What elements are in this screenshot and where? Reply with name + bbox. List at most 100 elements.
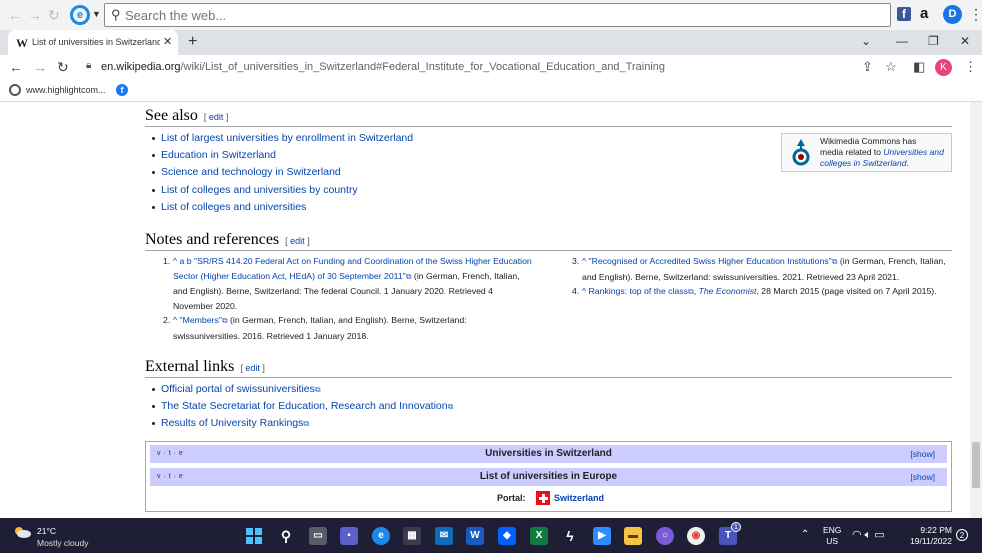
microsoft-store-icon[interactable]: ▦ xyxy=(403,527,421,545)
navbox-title[interactable]: Universities in Switzerland xyxy=(150,448,947,459)
temperature[interactable]: 21°C xyxy=(37,526,56,536)
external-links-edit-link[interactable]: edit xyxy=(245,363,260,373)
see-also-link[interactable]: Education in Switzerland xyxy=(161,149,276,161)
bookmark-globe-icon xyxy=(9,84,21,96)
close-window-button[interactable]: ✕ xyxy=(960,34,970,48)
wikimedia-commons-icon[interactable] xyxy=(789,139,813,168)
dropbox-icon[interactable]: ◆ xyxy=(498,527,516,545)
see-also-link[interactable]: List of colleges and universities xyxy=(161,201,306,213)
divider xyxy=(145,377,952,378)
see-also-edit-link[interactable]: edit xyxy=(209,112,224,122)
list-item: The State Secretariat for Education, Res… xyxy=(152,398,453,415)
back-icon[interactable]: ← xyxy=(8,7,22,23)
reload-button[interactable]: ↻ xyxy=(57,59,69,76)
external-link-icon: ⧉ xyxy=(314,385,321,394)
wifi-icon[interactable]: ◠ xyxy=(852,529,865,541)
web-search-input[interactable] xyxy=(125,6,825,24)
new-tab-button[interactable]: + xyxy=(188,33,197,51)
volume-icon[interactable]: 🔈︎ xyxy=(865,529,875,541)
reference-link[interactable]: "Members" xyxy=(180,315,222,325)
external-link[interactable]: Results of University Rankings xyxy=(161,417,303,429)
see-also-link[interactable]: List of largest universities by enrollme… xyxy=(161,132,413,144)
backref-link[interactable]: ^ xyxy=(582,256,586,266)
see-also-link[interactable]: List of colleges and universities by cou… xyxy=(161,184,358,196)
system-tray[interactable]: ◠🔈︎▭ xyxy=(852,528,888,542)
backref-link[interactable]: ^ xyxy=(582,286,586,296)
external-link-icon: ⧉ xyxy=(447,402,454,412)
task-view-icon[interactable]: ▭ xyxy=(309,527,327,545)
show-toggle[interactable]: [show] xyxy=(910,472,935,482)
app-circle-icon[interactable]: ○ xyxy=(656,527,674,545)
restore-button[interactable]: ❐ xyxy=(928,34,939,48)
backref-link[interactable]: ^ a b xyxy=(173,256,192,266)
portal-switzerland-link[interactable]: Switzerland xyxy=(554,493,604,503)
bookmark-highlightcom[interactable]: www.highlightcom... xyxy=(26,85,106,95)
zoom-icon[interactable]: ▶ xyxy=(593,527,611,545)
tab-active[interactable]: W List of universities in Switzerland ✕ xyxy=(8,30,178,55)
profile-avatar[interactable]: K xyxy=(935,59,952,76)
publication-link[interactable]: The Economist xyxy=(699,286,757,296)
show-toggle[interactable]: [show] xyxy=(910,449,935,459)
clock[interactable]: 9:22 PM 19/11/2022 xyxy=(908,525,952,547)
refresh-icon[interactable]: ↻ xyxy=(48,7,60,24)
chrome-icon[interactable]: ◉ xyxy=(687,527,705,545)
search-icon: ⚲ xyxy=(111,7,121,22)
backref-link[interactable]: ^ xyxy=(173,315,177,325)
reference-link[interactable]: Rankings: top of the class xyxy=(589,286,688,296)
back-button[interactable]: ← xyxy=(9,59,23,75)
share-icon[interactable]: ⇪ xyxy=(862,59,873,75)
chat-icon[interactable]: ▪ xyxy=(340,527,358,545)
scrollbar-thumb[interactable] xyxy=(972,442,980,488)
more-options-icon[interactable]: ⋮ xyxy=(969,6,982,23)
forward-button[interactable]: → xyxy=(33,59,47,75)
external-link[interactable]: Official portal of swissuniversities xyxy=(161,383,315,395)
notification-badge[interactable]: 2 xyxy=(956,529,968,541)
divider xyxy=(145,126,952,127)
list-item: List of largest universities by enrollme… xyxy=(152,130,413,147)
minimize-button[interactable]: — xyxy=(896,34,908,48)
d-extension-icon[interactable]: D xyxy=(943,5,962,24)
chevron-down-icon[interactable]: ▼ xyxy=(92,9,101,19)
facebook-bookmark-icon[interactable]: f xyxy=(116,84,128,96)
list-item: Results of University Rankings⧉ xyxy=(152,415,453,432)
more-options-icon[interactable]: ⋮ xyxy=(964,59,977,75)
commons-text: Wikimedia Commons has media related to Un… xyxy=(820,136,944,168)
web-search-box[interactable]: ⚲ xyxy=(104,3,891,27)
language-indicator[interactable]: ENG US xyxy=(823,525,841,547)
star-icon[interactable]: ☆ xyxy=(885,59,897,75)
close-tab-icon[interactable]: ✕ xyxy=(163,35,172,48)
swiss-flag-icon xyxy=(536,491,550,505)
references-col-right: 3. ^ "Recognised or Accredited Swiss High… xyxy=(572,254,952,300)
see-also-link[interactable]: Science and technology in Switzerland xyxy=(161,166,341,178)
external-link[interactable]: The State Secretariat for Education, Res… xyxy=(161,400,448,412)
windows-start-icon[interactable] xyxy=(245,527,263,545)
windows-taskbar: 21°C Mostly cloudy ⚲ ▭ ▪ e ▦ ✉ W ◆ X ϟ ▶… xyxy=(0,518,982,553)
search-icon[interactable]: ⚲ xyxy=(277,527,295,545)
teams-badge: 1 xyxy=(731,522,741,532)
word-icon[interactable]: W xyxy=(466,527,484,545)
address-bar[interactable]: en.wikipedia.org/wiki/List_of_universiti… xyxy=(101,61,665,73)
excel-icon[interactable]: X xyxy=(530,527,548,545)
navbox-title[interactable]: List of universities in Europe xyxy=(150,471,947,482)
notes-edit-link[interactable]: edit xyxy=(290,236,305,246)
side-panel-icon[interactable]: ◧ xyxy=(913,59,925,75)
ie-logo-icon[interactable]: e xyxy=(70,5,90,25)
lock-icon[interactable]: 🔒︎ xyxy=(86,60,91,71)
amazon-icon[interactable]: a xyxy=(920,5,928,22)
facebook-icon[interactable]: f xyxy=(897,7,911,21)
reference-item: 1. ^ a b "SR/RS 414.20 Federal Act on Fun… xyxy=(163,256,532,311)
winamp-icon[interactable]: ϟ xyxy=(561,527,579,545)
weather-cloudy-icon[interactable] xyxy=(13,526,31,538)
tab-search-icon[interactable]: ⌄ xyxy=(861,34,871,48)
list-item: Science and technology in Switzerland xyxy=(152,164,413,181)
forward-icon[interactable]: → xyxy=(28,7,42,23)
file-explorer-icon[interactable]: ▬ xyxy=(624,527,642,545)
edge-icon[interactable]: e xyxy=(372,527,390,545)
mail-icon[interactable]: ✉ xyxy=(435,527,453,545)
reference-item: 3. ^ "Recognised or Accredited Swiss High… xyxy=(572,256,946,282)
battery-icon[interactable]: ▭ xyxy=(874,529,887,541)
see-also-list: List of largest universities by enrollme… xyxy=(152,130,413,216)
weather-description[interactable]: Mostly cloudy xyxy=(37,538,89,548)
reference-link[interactable]: "Recognised or Accredited Swiss Higher E… xyxy=(589,256,832,266)
show-hidden-icons-icon[interactable]: ⌃ xyxy=(801,529,809,540)
